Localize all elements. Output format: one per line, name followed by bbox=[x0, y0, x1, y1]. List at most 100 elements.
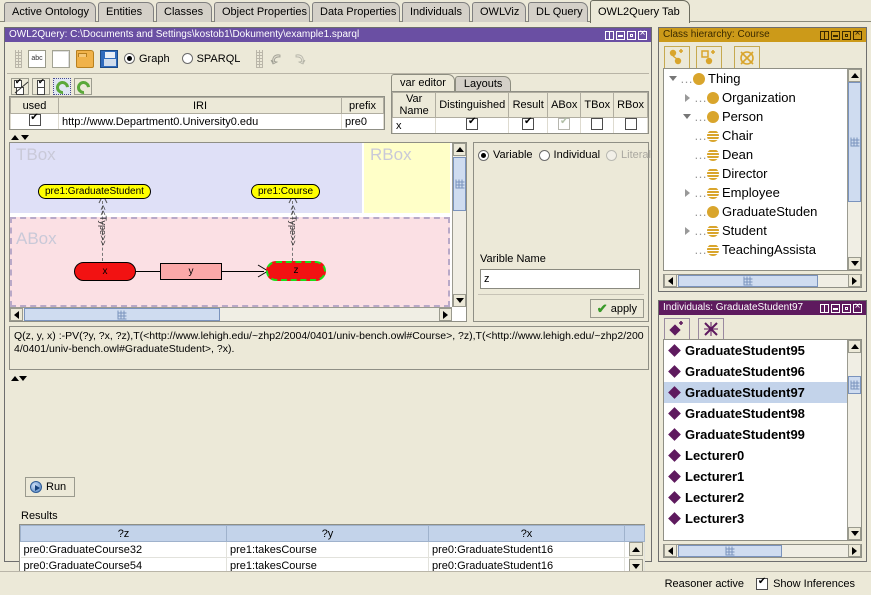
var-tbox-cell[interactable] bbox=[580, 117, 615, 133]
expander-down-icon[interactable] bbox=[680, 114, 694, 119]
toggle-all-icon[interactable] bbox=[11, 77, 29, 95]
list-item[interactable]: Lecturer2 bbox=[664, 487, 861, 508]
class-hierarchy-titlebar[interactable]: Class hierarchy: Course bbox=[659, 28, 866, 42]
query-splitter[interactable] bbox=[9, 372, 649, 384]
var-rbox-cell[interactable] bbox=[626, 131, 636, 133]
tab-var-editor[interactable]: var editor bbox=[391, 74, 455, 91]
class-tree-vthumb[interactable] bbox=[848, 82, 861, 202]
individuals-vthumb[interactable] bbox=[848, 376, 861, 394]
list-item[interactable]: GraduateStudent98 bbox=[664, 403, 861, 424]
abc-icon[interactable]: abc bbox=[28, 49, 46, 68]
individuals-list[interactable]: GraduateStudent95 GraduateStudent96 Grad… bbox=[663, 339, 862, 541]
radio-variable[interactable]: Variable bbox=[478, 149, 533, 161]
tree-item-dean[interactable]: … Dean bbox=[664, 145, 861, 164]
tab-layouts[interactable]: Layouts bbox=[454, 76, 512, 91]
table-row[interactable]: x bbox=[392, 115, 648, 133]
delete-individual-icon[interactable] bbox=[698, 318, 724, 340]
tab-object-properties[interactable]: Object Properties bbox=[214, 2, 310, 22]
expander-right-icon[interactable] bbox=[680, 226, 694, 235]
tree-item-thing[interactable]: … Thing bbox=[664, 69, 861, 88]
check-all-icon[interactable] bbox=[32, 77, 50, 95]
minimize-icon[interactable] bbox=[616, 30, 625, 40]
class-tree-scroll-up[interactable] bbox=[848, 69, 861, 82]
tab-individuals[interactable]: Individuals bbox=[402, 2, 470, 22]
individuals-scroll-right[interactable] bbox=[848, 544, 861, 557]
individual-node-z[interactable]: z bbox=[266, 261, 326, 281]
class-node-graduatestudent[interactable]: pre1:GraduateStudent bbox=[38, 184, 151, 199]
graph-scroll-up[interactable] bbox=[453, 143, 466, 156]
tree-item-employee[interactable]: … Employee bbox=[664, 183, 861, 202]
var-result-cell[interactable] bbox=[523, 131, 533, 133]
tab-owlviz[interactable]: OWLViz bbox=[472, 2, 526, 22]
tree-item-organization[interactable]: … Organization bbox=[664, 88, 861, 107]
list-item[interactable]: Lecturer3 bbox=[664, 508, 861, 529]
close-icon[interactable] bbox=[853, 28, 862, 40]
individuals-vscrollbar[interactable] bbox=[847, 340, 861, 540]
tab-entities[interactable]: Entities bbox=[98, 2, 154, 22]
graph-scroll-right[interactable] bbox=[439, 308, 452, 321]
restore-icon[interactable] bbox=[820, 303, 829, 313]
graph-vthumb[interactable] bbox=[453, 157, 466, 211]
apply-button[interactable]: ✔ apply bbox=[589, 299, 644, 318]
tree-item-person[interactable]: … Person bbox=[664, 107, 861, 126]
tab-dl-query[interactable]: DL Query bbox=[528, 2, 588, 22]
individuals-hthumb[interactable] bbox=[678, 545, 782, 557]
close-icon[interactable] bbox=[853, 301, 862, 313]
graph-vscrollbar[interactable] bbox=[452, 143, 466, 307]
query-text-area[interactable]: Q(z, y, x) :-PV(?y, ?x, ?z),T(<http://ww… bbox=[9, 326, 649, 370]
prefix-splitter[interactable] bbox=[11, 135, 29, 140]
class-tree-vscrollbar[interactable] bbox=[847, 69, 861, 270]
add-sibling-class-icon[interactable] bbox=[696, 46, 722, 70]
radio-individual[interactable]: Individual bbox=[538, 149, 600, 161]
tree-item-director[interactable]: … Director bbox=[664, 164, 861, 183]
table-row[interactable]: http://www.lehigh.edu/~zhp2/2004/0401/un… bbox=[30, 127, 40, 129]
show-inferences-checkbox[interactable] bbox=[756, 575, 769, 590]
maximize-icon[interactable] bbox=[627, 30, 636, 40]
results-col-z[interactable]: ?z bbox=[20, 525, 227, 542]
tab-data-properties[interactable]: Data Properties bbox=[312, 2, 400, 22]
expander-down-icon[interactable] bbox=[666, 76, 680, 81]
toolbar-grip-2[interactable] bbox=[256, 49, 264, 68]
graph-hthumb[interactable] bbox=[24, 308, 220, 321]
tab-classes[interactable]: Classes bbox=[156, 2, 212, 22]
minimize-icon[interactable] bbox=[831, 30, 840, 40]
new-file-icon[interactable] bbox=[52, 49, 70, 68]
graph-hscrollbar[interactable] bbox=[10, 307, 452, 321]
refresh-icon[interactable] bbox=[74, 77, 93, 97]
class-tree-scroll-left[interactable] bbox=[664, 274, 677, 287]
refresh-selected-icon[interactable] bbox=[53, 77, 72, 97]
class-tree-hthumb[interactable] bbox=[678, 275, 818, 287]
list-item[interactable]: Lecturer1 bbox=[664, 466, 861, 487]
individuals-scroll-up[interactable] bbox=[848, 340, 861, 353]
results-scroll-up[interactable] bbox=[629, 542, 643, 556]
redo-icon[interactable] bbox=[291, 51, 307, 67]
toolbar-grip[interactable] bbox=[15, 49, 22, 68]
individuals-hscrollbar[interactable] bbox=[663, 544, 862, 558]
property-node-y[interactable]: y bbox=[160, 263, 222, 280]
owl2query-titlebar[interactable]: OWL2Query: C:\Documents and Settings\kos… bbox=[5, 28, 651, 42]
individuals-titlebar[interactable]: Individuals: GraduateStudent97 bbox=[659, 301, 866, 315]
class-tree-scroll-down[interactable] bbox=[848, 257, 861, 270]
restore-icon[interactable] bbox=[605, 30, 614, 40]
table-row[interactable]: http://www.Department0.University0.edu p… bbox=[10, 111, 384, 129]
class-hierarchy-tree[interactable]: … Thing … Organization … Person … Chair bbox=[663, 68, 862, 271]
add-individual-icon[interactable] bbox=[664, 318, 690, 340]
list-item[interactable]: Lecturer0 bbox=[664, 445, 861, 466]
table-row[interactable]: pre0:GraduateCourse32 pre1:takesCourse p… bbox=[20, 541, 645, 558]
graph-scroll-left[interactable] bbox=[10, 308, 23, 321]
class-node-course[interactable]: pre1:Course bbox=[251, 184, 321, 199]
individuals-scroll-left[interactable] bbox=[664, 544, 677, 557]
maximize-icon[interactable] bbox=[842, 30, 851, 40]
list-item[interactable]: GraduateStudent99 bbox=[664, 424, 861, 445]
results-col-y[interactable]: ?y bbox=[226, 525, 429, 542]
tab-active-ontology[interactable]: Active Ontology bbox=[4, 2, 96, 22]
tree-item-graduatestudent[interactable]: … GraduateStuden bbox=[664, 202, 861, 221]
tree-item-teachingassistant[interactable]: … TeachingAssista bbox=[664, 240, 861, 259]
var-abox-cell[interactable] bbox=[547, 115, 582, 133]
radio-graph[interactable]: Graph bbox=[124, 53, 170, 65]
var-distinguished-cell[interactable] bbox=[467, 131, 477, 133]
close-icon[interactable] bbox=[638, 28, 647, 40]
var-tbox-cell[interactable] bbox=[581, 134, 614, 135]
prefix-used-cell[interactable] bbox=[30, 127, 40, 129]
maximize-icon[interactable] bbox=[842, 303, 851, 313]
